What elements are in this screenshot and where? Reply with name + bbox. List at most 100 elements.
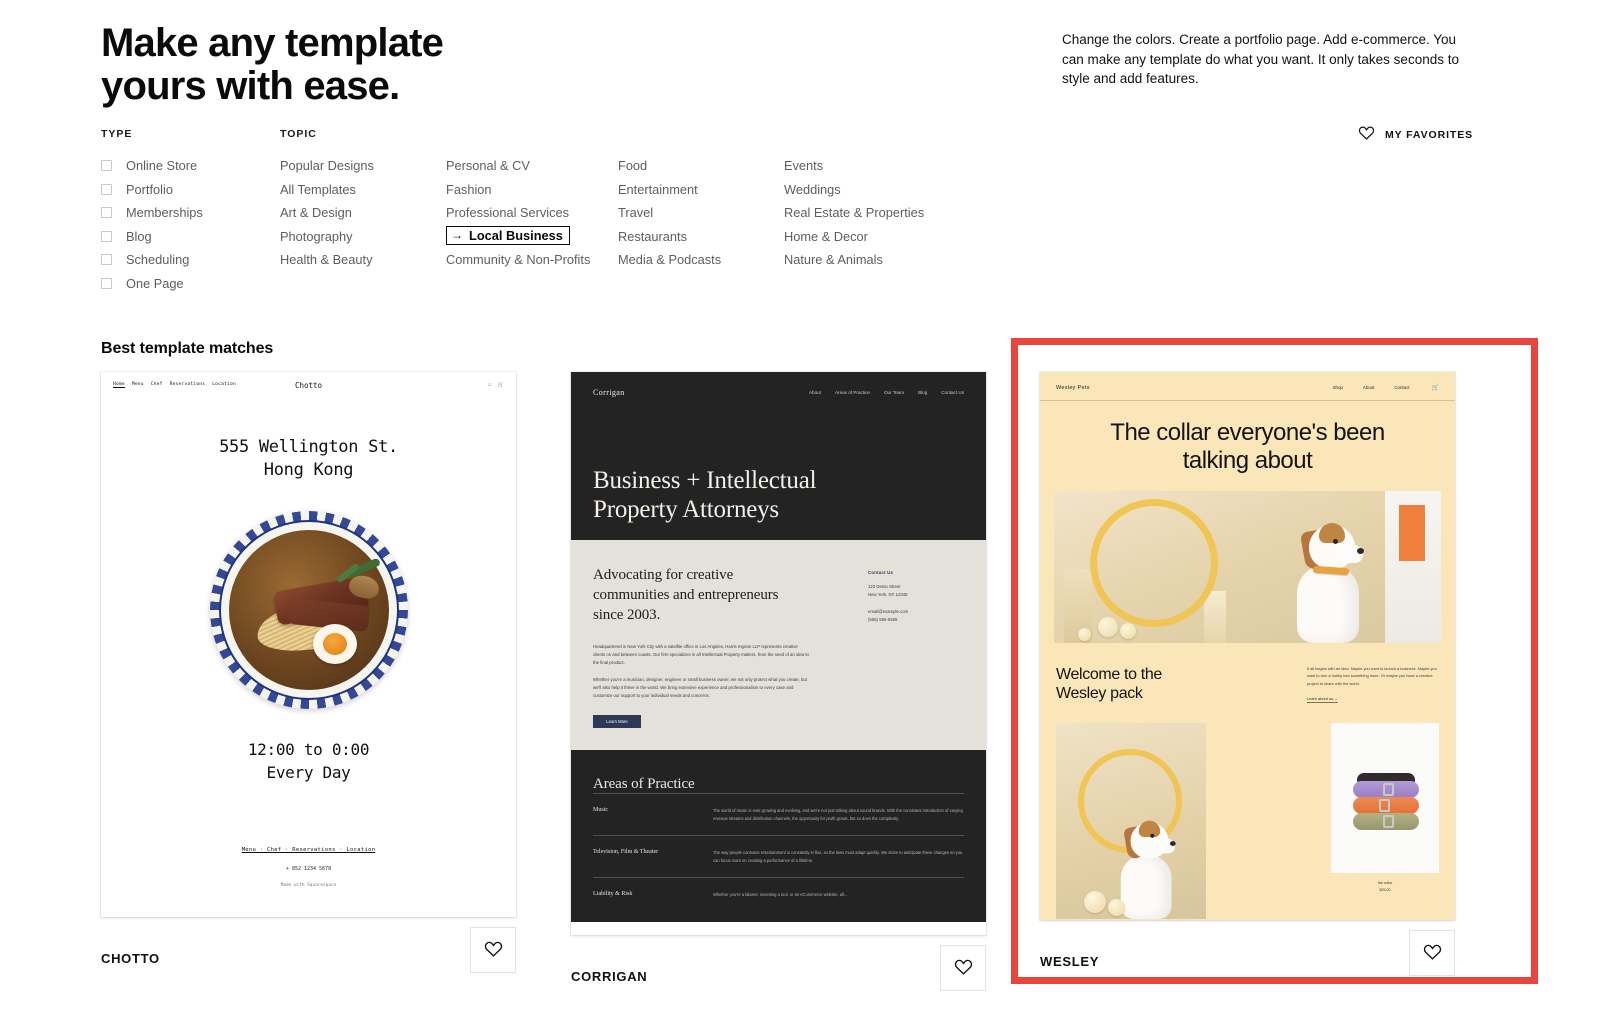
corrigan-site: Corrigan About Areas of Practice Our Tea… [571,372,986,922]
topic-professional-services[interactable]: Professional Services [446,201,618,225]
chotto-hours: 12:00 to 0:00 Every Day [247,739,370,782]
type-column-label: TYPE [101,128,133,140]
corrigan-practice-heading: Areas of Practice [593,776,695,793]
corrigan-contact-heading: Contact Us [868,570,894,575]
practice-row: Television, Film & Theater The way peopl… [593,835,964,877]
corrigan-brand: Corrigan [593,388,625,397]
type-label: Portfolio [126,181,173,197]
wesley-nav-contact[interactable]: Contact [1394,385,1409,390]
topic-media-podcasts[interactable]: Media & Podcasts [618,248,784,272]
practice-title: Liability & Risk [593,891,633,898]
topic-real-estate[interactable]: Real Estate & Properties [784,201,934,225]
template-preview-wesley[interactable]: Wesley Pets Shop About Contact 🛒 The col… [1040,372,1455,920]
favorite-button-chotto[interactable] [470,927,516,973]
section-title: Best template matches [101,340,274,357]
corrigan-learn-more-button[interactable]: Learn More [593,715,641,729]
checkbox-box[interactable] [101,160,112,172]
checkbox-box[interactable] [101,230,112,242]
checkbox-box[interactable] [101,183,112,195]
topic-entertainment[interactable]: Entertainment [618,178,784,202]
type-checkbox-online-store[interactable]: Online Store [101,154,281,178]
type-label: One Page [126,275,184,291]
intro-paragraph: Change the colors. Create a portfolio pa… [1062,32,1459,87]
template-preview-corrigan[interactable]: Corrigan About Areas of Practice Our Tea… [571,372,986,935]
type-checkbox-blog[interactable]: Blog [101,225,281,249]
template-card-wesley[interactable]: Wesley Pets Shop About Contact 🛒 The col… [1040,372,1455,982]
template-card-chotto[interactable]: Home Menu Chef Reservations Location ☐ 🛒… [101,372,516,979]
checkbox-box[interactable] [101,207,112,219]
heart-icon [1423,943,1442,963]
template-preview-chotto[interactable]: Home Menu Chef Reservations Location ☐ 🛒… [101,372,516,917]
corrigan-subheading: Advocating for creative communities and … [593,567,779,623]
type-checkbox-one-page[interactable]: One Page [101,272,281,296]
topic-photography[interactable]: Photography [280,225,446,249]
topic-column-label: TOPIC [280,128,317,140]
topic-travel[interactable]: Travel [618,201,784,225]
topic-community-nonprofits[interactable]: Community & Non-Profits [446,248,618,272]
topic-personal-cv[interactable]: Personal & CV [446,154,618,178]
topic-health-beauty[interactable]: Health & Beauty [280,248,446,272]
template-name-wesley: WESLEY [1040,953,1100,969]
chotto-address: 555 Wellington St. Hong Kong [219,437,398,481]
topic-food[interactable]: Food [618,154,784,178]
corrigan-nav-contact[interactable]: Contact Us [941,390,964,395]
topic-home-decor[interactable]: Home & Decor [784,225,934,249]
corrigan-nav-about[interactable]: About [809,390,821,395]
wesley-nav-shop[interactable]: Shop [1333,385,1343,390]
checkbox-box[interactable] [101,254,112,266]
wesley-welcome-section: Welcome to the Wesley pack It all begins… [1040,643,1455,706]
corrigan-nav-team[interactable]: Our Team [884,390,904,395]
topic-events[interactable]: Events [784,154,934,178]
type-checkbox-portfolio[interactable]: Portfolio [101,178,281,202]
wesley-brand: Wesley Pets [1056,384,1090,391]
topic-fashion[interactable]: Fashion [446,178,618,202]
type-checkbox-scheduling[interactable]: Scheduling [101,248,281,272]
wesley-hero-image [1054,490,1441,643]
type-checkbox-memberships[interactable]: Memberships [101,201,281,225]
corrigan-body-1: Headquartered in New York City with a sa… [593,644,809,666]
page-title: Make any template yours with ease. [101,21,444,109]
practice-text: The way people consume entertainment is … [713,850,963,863]
corrigan-contact-email[interactable]: email@example.com [868,608,964,616]
practice-row: Liability & Risk Whether you're a labore… [593,877,964,912]
card-footer-wesley: WESLEY [1040,930,1455,982]
topic-nature-animals[interactable]: Nature & Animals [784,248,934,272]
corrigan-hero: Corrigan About Areas of Practice Our Tea… [571,372,986,540]
topic-column-4: Events Weddings Real Estate & Properties… [784,154,934,272]
topic-popular-designs[interactable]: Popular Designs [280,154,446,178]
favorite-button-wesley[interactable] [1409,930,1455,976]
type-filter-column: TYPE Online Store Portfolio Memberships … [101,128,281,295]
corrigan-nav-blog[interactable]: Blog [918,390,927,395]
topic-local-business-selected[interactable]: → Local Business [446,225,570,245]
topic-column-2: Personal & CV Fashion Professional Servi… [446,154,618,272]
corrigan-contact-phone: (555) 555-5555 [868,617,898,623]
type-label: Scheduling [126,252,190,268]
topic-column-3: Food Entertainment Travel Restaurants Me… [618,154,784,272]
corrigan-hero-heading: Business + Intellectual Property Attorne… [593,467,817,523]
card-footer-chotto: CHOTTO [101,927,516,979]
chotto-site: Home Menu Chef Reservations Location ☐ 🛒… [101,372,516,888]
topic-restaurants[interactable]: Restaurants [618,225,784,249]
practice-title: Television, Film & Theater [593,849,659,856]
template-card-corrigan[interactable]: Corrigan About Areas of Practice Our Tea… [571,372,986,997]
wesley-nav-about[interactable]: About [1363,385,1374,390]
chotto-phone: + 852 1234 5678 [285,866,332,873]
cart-icon[interactable]: 🛒 [1432,384,1439,391]
practice-row: Music The world of music is ever growing… [593,793,964,835]
corrigan-contact-block: Contact Us 123 Demo Street New York, NY … [868,570,964,625]
wesley-nav: Wesley Pets Shop About Contact 🛒 [1040,372,1455,401]
chotto-footer-links[interactable]: Menu · Chef · Reservations · Location [242,847,376,853]
topic-weddings[interactable]: Weddings [784,178,934,202]
wesley-hero-heading: The collar everyone's been talking about [1110,419,1385,474]
corrigan-practice-section: Areas of Practice Music The world of mus… [571,750,986,922]
wesley-learn-about-link[interactable]: Learn about us → [1307,696,1338,704]
topic-art-design[interactable]: Art & Design [280,201,446,225]
checkbox-box[interactable] [101,277,112,289]
corrigan-intro-section: Advocating for creative communities and … [571,540,986,751]
corrigan-nav-areas[interactable]: Areas of Practice [835,390,870,395]
corrigan-body-2: Whether you're a musician, designer, eng… [593,677,807,699]
wesley-site: Wesley Pets Shop About Contact 🛒 The col… [1040,372,1455,920]
topic-all-templates[interactable]: All Templates [280,178,446,202]
type-label: Blog [126,228,152,244]
favorite-button-corrigan[interactable] [940,945,986,991]
